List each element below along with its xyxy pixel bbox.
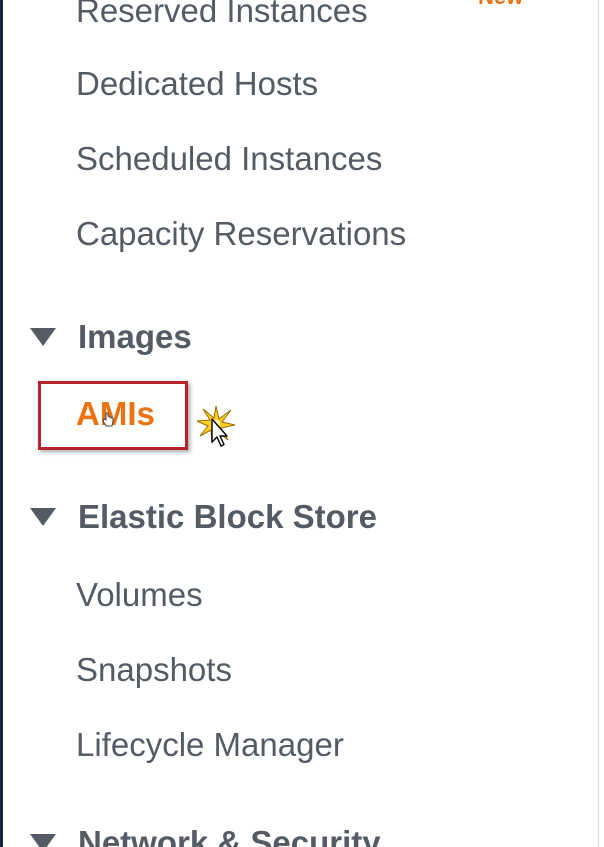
section-title: Images — [78, 318, 192, 355]
arrow-cursor-icon — [211, 418, 228, 447]
sidebar-item-dedicated-hosts[interactable]: Dedicated Hosts — [76, 67, 318, 100]
sidebar-item-label: Reserved Instances — [76, 0, 368, 29]
hand-cursor-icon — [102, 412, 114, 427]
sidebar-item-snapshots[interactable]: Snapshots — [76, 653, 232, 686]
section-title: Elastic Block Store — [78, 498, 377, 535]
sidebar-item-label: Dedicated Hosts — [76, 65, 319, 102]
sidebar-item-label: Capacity Reservations — [76, 215, 407, 252]
caret-down-icon[interactable] — [30, 833, 56, 847]
sidebar-item-scheduled-instances[interactable]: Scheduled Instances — [76, 142, 382, 175]
sidebar-item-reserved-instances[interactable]: Reserved Instances New — [76, 0, 523, 29]
sidebar-item-lifecycle-manager[interactable]: Lifecycle Manager — [76, 728, 344, 761]
sidebar-item-label: Volumes — [76, 576, 203, 613]
sidebar-item-label: Snapshots — [76, 651, 232, 688]
section-header-elastic-block-store[interactable]: Elastic Block Store — [30, 500, 377, 533]
sidebar-item-label: Scheduled Instances — [76, 140, 383, 177]
new-badge: New — [478, 0, 523, 8]
caret-down-icon[interactable] — [30, 507, 56, 526]
sidebar-right-edge — [598, 0, 599, 847]
sidebar-item-label: Lifecycle Manager — [76, 726, 344, 763]
sidebar-item-capacity-reservations[interactable]: Capacity Reservations — [76, 217, 406, 250]
sidebar-item-volumes[interactable]: Volumes — [76, 578, 203, 611]
section-header-network-security[interactable]: Network & Security — [30, 826, 381, 847]
caret-down-icon[interactable] — [30, 327, 56, 346]
section-header-images[interactable]: Images — [30, 320, 192, 353]
section-title: Network & Security — [78, 824, 381, 847]
sidebar-left-edge — [0, 0, 3, 847]
